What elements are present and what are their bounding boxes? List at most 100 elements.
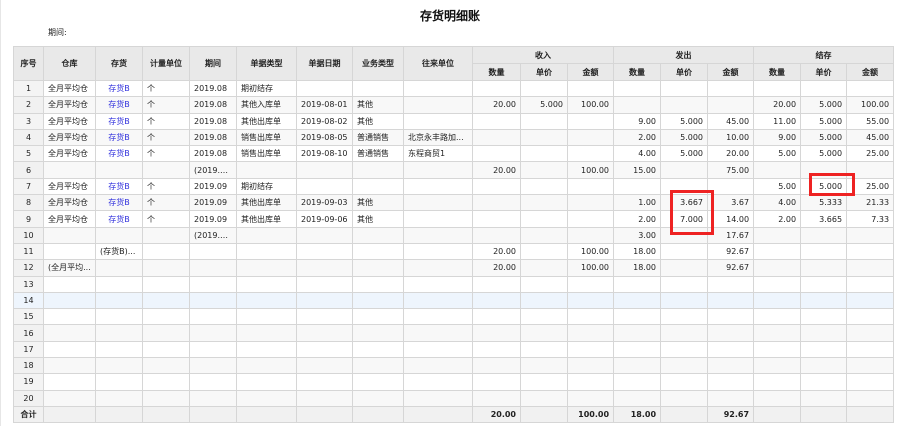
- cell-balance-price[interactable]: [800, 308, 848, 326]
- cell-in-price[interactable]: [520, 308, 568, 326]
- cell-doc-type[interactable]: 其他出库单: [236, 194, 297, 212]
- cell-balance-amount[interactable]: [846, 291, 895, 310]
- cell-in-price[interactable]: [520, 161, 568, 179]
- cell-warehouse[interactable]: 全月平均仓: [43, 194, 96, 212]
- table-row[interactable]: 6 (2019.0... 20.00 100.00 15.00 75.00: [13, 161, 895, 179]
- cell-balance-qty[interactable]: [753, 340, 802, 359]
- cell-in-qty[interactable]: 20.00: [472, 405, 521, 424]
- cell-period[interactable]: 2019.08: [189, 112, 237, 130]
- cell-biz-type[interactable]: 普通销售: [352, 128, 404, 147]
- cell-unit[interactable]: 个: [142, 96, 190, 114]
- cell-balance-price[interactable]: 5.000: [800, 112, 848, 130]
- cell-item[interactable]: [95, 308, 143, 326]
- cell-partner[interactable]: [403, 112, 473, 130]
- cell-period[interactable]: 2019.08: [189, 128, 237, 147]
- cell-seq[interactable]: 16: [13, 324, 44, 342]
- cell-warehouse[interactable]: [43, 308, 96, 326]
- cell-doc-date[interactable]: [296, 340, 353, 359]
- cell-balance-qty[interactable]: 2.00: [753, 210, 802, 228]
- cell-balance-amount[interactable]: [846, 226, 895, 244]
- cell-doc-type[interactable]: 其他出库单: [236, 112, 297, 130]
- cell-balance-qty[interactable]: [753, 259, 802, 277]
- cell-balance-amount[interactable]: [846, 373, 895, 391]
- cell-biz-type[interactable]: [352, 161, 404, 179]
- cell-balance-qty[interactable]: [753, 79, 802, 98]
- cell-doc-type[interactable]: 销售出库单: [236, 145, 297, 163]
- cell-seq[interactable]: 10: [13, 226, 44, 244]
- cell-period[interactable]: 2019.09: [189, 177, 237, 196]
- cell-warehouse[interactable]: [43, 242, 96, 261]
- cell-seq[interactable]: 合计: [13, 405, 44, 424]
- cell-out-qty[interactable]: [613, 389, 662, 407]
- cell-in-qty[interactable]: 20.00: [472, 259, 521, 277]
- cell-doc-date[interactable]: [296, 226, 353, 244]
- cell-doc-type[interactable]: [236, 308, 297, 326]
- cell-balance-qty[interactable]: [753, 161, 802, 179]
- cell-in-qty[interactable]: [472, 389, 521, 407]
- cell-partner[interactable]: [403, 242, 473, 261]
- cell-balance-price[interactable]: 5.000: [800, 145, 848, 163]
- cell-unit[interactable]: [142, 161, 190, 179]
- cell-out-qty[interactable]: 4.00: [613, 145, 662, 163]
- cell-in-qty[interactable]: [472, 291, 521, 310]
- header-partner[interactable]: 往来单位: [403, 46, 473, 81]
- cell-doc-type[interactable]: [236, 389, 297, 407]
- cell-in-amount[interactable]: [566, 275, 615, 293]
- cell-balance-amount[interactable]: 100.00: [846, 96, 895, 114]
- cell-partner[interactable]: [403, 177, 473, 196]
- cell-in-amount[interactable]: [566, 291, 615, 310]
- header-in-price[interactable]: 单价: [520, 63, 568, 81]
- cell-balance-qty[interactable]: 9.00: [753, 128, 802, 147]
- cell-in-qty[interactable]: [472, 275, 521, 293]
- cell-unit[interactable]: [142, 275, 190, 293]
- cell-unit[interactable]: [142, 373, 190, 391]
- cell-balance-qty[interactable]: 5.00: [753, 177, 802, 196]
- cell-period[interactable]: [189, 291, 237, 310]
- cell-seq[interactable]: 13: [13, 275, 44, 293]
- cell-item[interactable]: [95, 340, 143, 359]
- cell-in-amount[interactable]: 100.00: [566, 242, 615, 261]
- cell-balance-qty[interactable]: [753, 357, 802, 375]
- cell-seq[interactable]: 8: [13, 194, 44, 212]
- cell-biz-type[interactable]: [352, 79, 404, 98]
- cell-partner[interactable]: 北京永丰路加...: [403, 128, 473, 147]
- cell-partner[interactable]: [403, 291, 473, 310]
- cell-out-price[interactable]: 5.000: [660, 112, 709, 130]
- cell-in-amount[interactable]: [566, 226, 615, 244]
- cell-in-qty[interactable]: [472, 324, 521, 342]
- cell-period[interactable]: [189, 275, 237, 293]
- cell-in-price[interactable]: [520, 79, 568, 98]
- cell-biz-type[interactable]: [352, 291, 404, 310]
- cell-in-qty[interactable]: 20.00: [472, 96, 521, 114]
- cell-item[interactable]: [95, 291, 143, 310]
- cell-biz-type[interactable]: [352, 340, 404, 359]
- cell-in-price[interactable]: [520, 405, 568, 424]
- cell-in-amount[interactable]: [566, 210, 615, 228]
- header-warehouse[interactable]: 仓库: [43, 46, 96, 81]
- cell-doc-date[interactable]: 2019-09-06: [296, 210, 353, 228]
- cell-out-qty[interactable]: 18.00: [613, 242, 662, 261]
- header-in-amount[interactable]: 金额: [566, 63, 615, 81]
- cell-doc-type[interactable]: [236, 340, 297, 359]
- cell-period[interactable]: [189, 373, 237, 391]
- cell-doc-type[interactable]: 销售出库单: [236, 128, 297, 147]
- cell-item[interactable]: [95, 324, 143, 342]
- cell-in-qty[interactable]: [472, 194, 521, 212]
- cell-out-amount[interactable]: 14.00: [707, 210, 755, 228]
- cell-doc-date[interactable]: [296, 324, 353, 342]
- cell-partner[interactable]: [403, 79, 473, 98]
- cell-balance-qty[interactable]: [753, 373, 802, 391]
- cell-biz-type[interactable]: [352, 405, 404, 424]
- cell-seq[interactable]: 1: [13, 79, 44, 98]
- cell-balance-price[interactable]: [800, 291, 848, 310]
- cell-out-qty[interactable]: 2.00: [613, 128, 662, 147]
- cell-in-amount[interactable]: [566, 389, 615, 407]
- table-row[interactable]: 1 全月平均仓 存货B 个 2019.08 期初结存: [13, 79, 895, 98]
- table-row[interactable]: 7 全月平均仓 存货B 个 2019.09 期初结存 5.00 5.000 25.00: [13, 177, 895, 196]
- cell-balance-qty[interactable]: [753, 389, 802, 407]
- cell-out-qty[interactable]: 18.00: [613, 405, 662, 424]
- cell-out-price[interactable]: [660, 389, 709, 407]
- cell-doc-type[interactable]: [236, 357, 297, 375]
- cell-balance-amount[interactable]: [846, 389, 895, 407]
- cell-balance-price[interactable]: 5.333: [800, 194, 848, 212]
